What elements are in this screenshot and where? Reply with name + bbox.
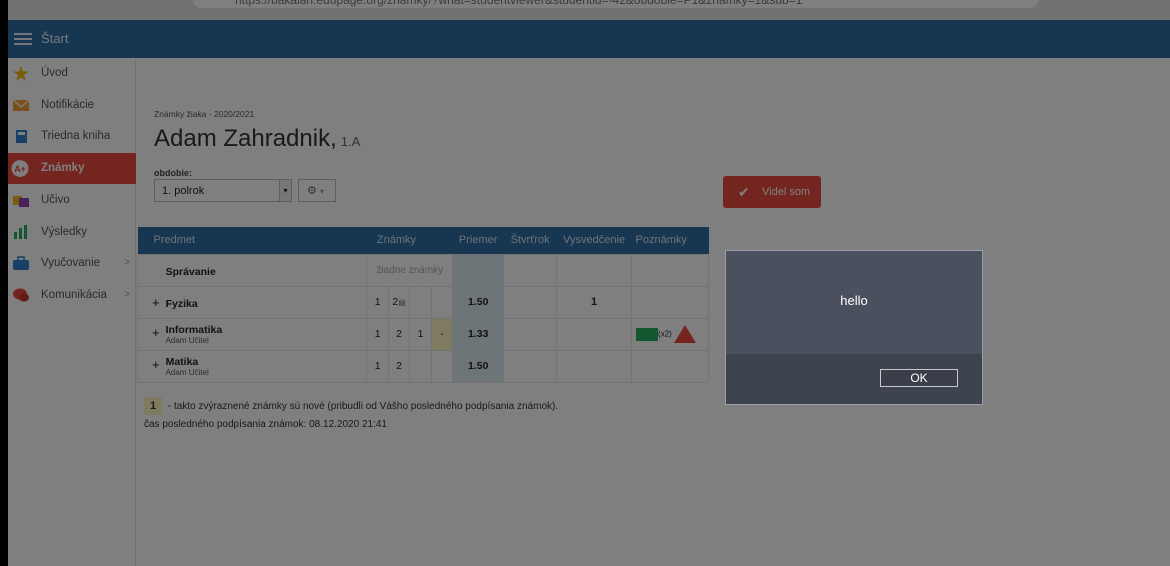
window-edge — [0, 0, 8, 566]
dialog-message: hello — [726, 251, 982, 354]
ok-button[interactable]: OK — [880, 369, 958, 387]
dialog-footer: OK — [726, 354, 982, 404]
modal-backdrop — [8, 0, 1170, 566]
alert-dialog: hello OK — [725, 250, 983, 405]
